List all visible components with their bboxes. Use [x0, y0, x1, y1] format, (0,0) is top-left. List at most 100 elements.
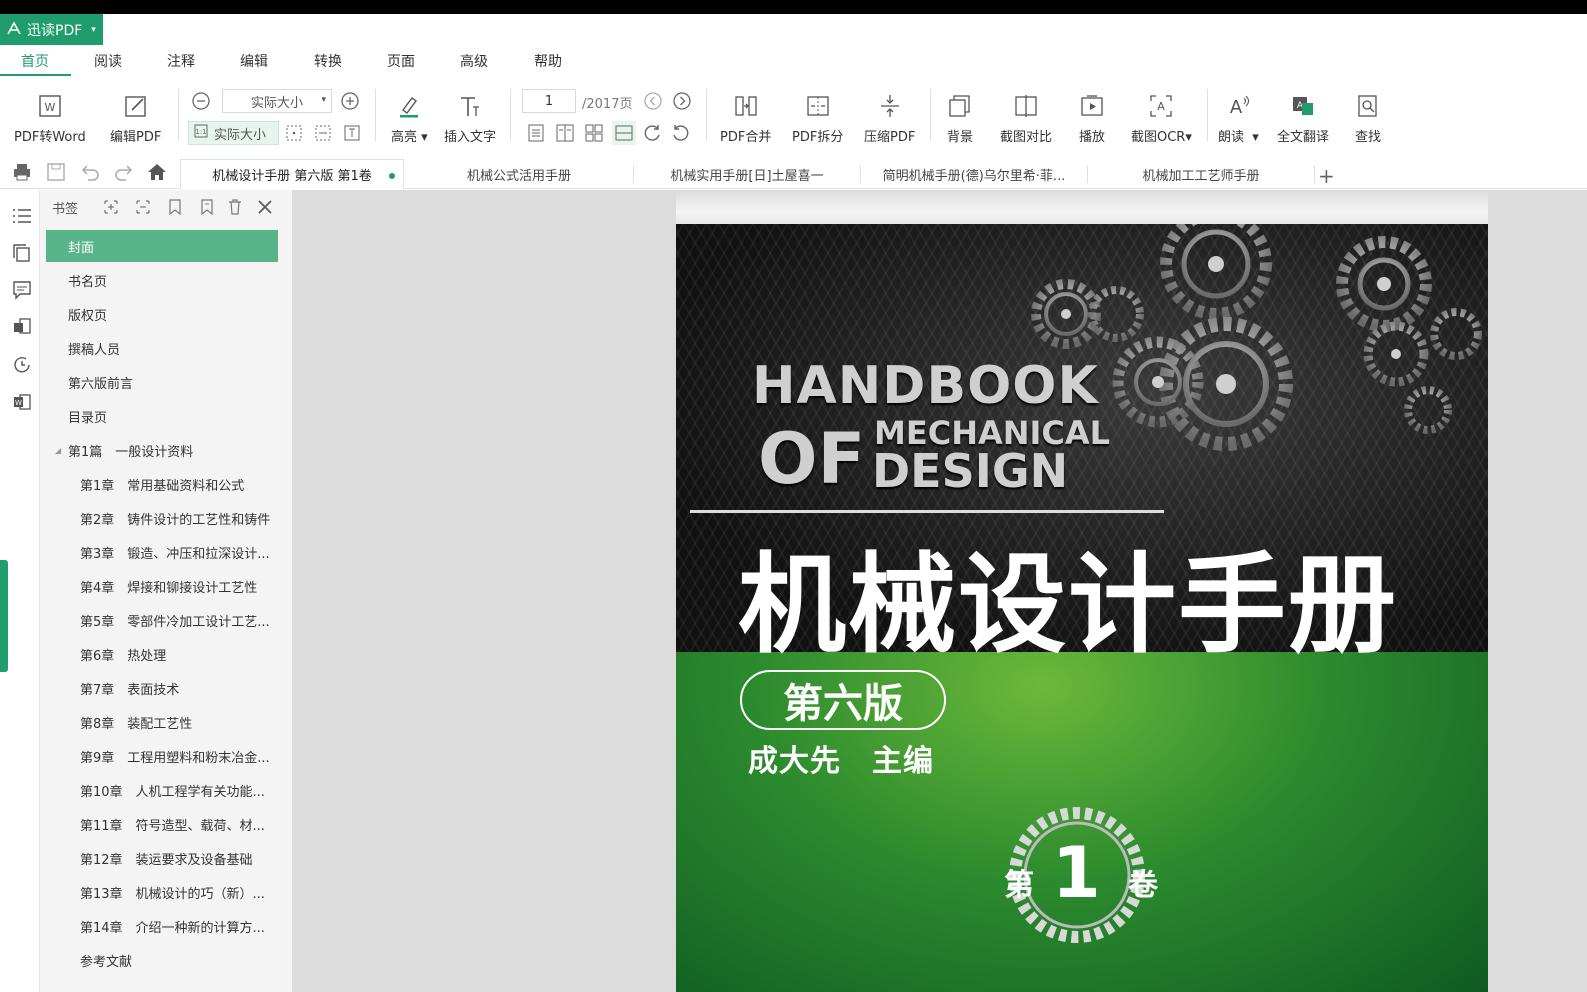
attachments-icon[interactable] [12, 317, 32, 341]
screenshot-ocr-label: 截图OCR▾ [1131, 130, 1192, 145]
play-button[interactable]: 播放 [1079, 91, 1105, 145]
expand-triangle-icon[interactable]: ◢ [55, 446, 61, 455]
background-button[interactable]: 背景 [947, 91, 973, 145]
expand-all-icon[interactable] [102, 198, 120, 220]
edit-pdf-button[interactable]: 编辑PDF [110, 91, 161, 145]
bookmark-item[interactable]: 第14章 介绍一种新的计算方... [46, 910, 278, 942]
bookmark-label: 撰稿人员 [68, 342, 121, 358]
close-icon[interactable] [256, 198, 274, 220]
document-viewer[interactable]: HANDBOOK OF MECHANICAL DESIGN 机械设计手册 第六版… [292, 190, 1587, 992]
fit-width-icon[interactable] [314, 124, 332, 142]
thumbnails-icon[interactable] [12, 243, 32, 267]
pdf-split-label: PDF拆分 [792, 130, 844, 145]
bookmark-list-icon[interactable] [12, 206, 32, 230]
child-bookmark-icon[interactable] [198, 198, 216, 220]
comments-icon[interactable] [12, 280, 32, 304]
continuous-view-icon[interactable] [612, 121, 636, 145]
bookmark-label: 第9章 工程用塑料和粉末冶金... [80, 750, 270, 766]
bookmark-item[interactable]: 书名页 [46, 264, 278, 296]
pdf-logo-icon [6, 20, 22, 39]
bookmark-item[interactable]: 第6章 热处理 [46, 638, 278, 670]
tab-machining-handbook[interactable]: 机械加工工艺师手册 [1088, 159, 1314, 189]
compress-pdf-button[interactable]: 压缩PDF [864, 91, 915, 145]
bookmark-item[interactable]: 第7章 表面技术 [46, 672, 278, 704]
history-icon[interactable] [12, 355, 32, 379]
undo-icon[interactable] [80, 162, 100, 186]
pdf-to-word-button[interactable]: W PDF转Word [14, 91, 86, 145]
bookmark-item[interactable]: 第12章 装运要求及设备基础 [46, 842, 278, 874]
bookmark-item[interactable]: 第8章 装配工艺性 [46, 706, 278, 738]
tab-mechanical-design-handbook[interactable]: 机械设计手册 第六版 第1卷 [180, 159, 404, 189]
two-page-icon[interactable] [555, 123, 575, 143]
collapse-all-icon[interactable] [134, 198, 152, 220]
add-bookmark-icon[interactable] [166, 198, 184, 220]
word-convert-icon[interactable]: W [12, 392, 32, 416]
tab-concise-handbook[interactable]: 简明机械手册(德)乌尔里希·菲... [861, 159, 1087, 189]
prev-page-icon[interactable] [643, 91, 663, 111]
save-icon[interactable] [46, 162, 66, 186]
bookmark-item[interactable]: 第9章 工程用塑料和粉末冶金... [46, 740, 278, 772]
home-icon[interactable] [147, 162, 167, 186]
rotate-left-icon[interactable] [671, 123, 691, 143]
divider [1314, 165, 1315, 183]
read-aloud-button[interactable]: A 朗读 ▾ [1218, 91, 1259, 145]
insert-text-button[interactable]: 插入文字 [444, 91, 496, 145]
bookmark-item[interactable]: 第10章 人机工程学有关功能... [46, 774, 278, 806]
bookmark-item[interactable]: ◢ 第1篇 一般设计资料 [46, 434, 278, 466]
volume-suffix: 卷 [1128, 868, 1158, 903]
full-translate-button[interactable]: A 全文翻译 [1277, 91, 1329, 145]
redo-icon[interactable] [114, 162, 134, 186]
find-button[interactable]: 查找 [1355, 91, 1381, 145]
bookmark-item[interactable]: 版权页 [46, 298, 278, 330]
bookmark-item[interactable]: 第1章 常用基础资料和公式 [46, 468, 278, 500]
menu-help[interactable]: 帮助 [534, 51, 562, 77]
screenshot-compare-button[interactable]: 截图对比 [1000, 91, 1052, 145]
edit-pdf-label: 编辑PDF [110, 130, 162, 145]
bookmark-item[interactable]: 撰稿人员 [46, 332, 278, 364]
fit-page-icon[interactable] [285, 124, 303, 142]
highlight-button[interactable]: 高亮 ▾ [391, 91, 428, 145]
delete-bookmark-icon[interactable] [226, 198, 244, 220]
bookmark-item[interactable]: 第3章 锻造、冲压和拉深设计... [46, 536, 278, 568]
bookmark-item[interactable]: 第六版前言 [46, 366, 278, 398]
bookmark-item[interactable]: 第4章 焊接和铆接设计工艺性 [46, 570, 278, 602]
add-tab-icon[interactable]: + [1318, 164, 1335, 188]
text-select-icon[interactable] [343, 124, 361, 142]
bookmark-item[interactable]: 第11章 符号造型、载荷、材... [46, 808, 278, 840]
bookmark-label: 书名页 [68, 274, 108, 290]
svg-text:W: W [15, 399, 22, 407]
svg-text:1:1: 1:1 [195, 128, 206, 136]
tab-practical-handbook[interactable]: 机械实用手册[日]土屋喜一 [634, 159, 860, 189]
screenshot-ocr-button[interactable]: A 截图OCR▾ [1131, 91, 1192, 145]
divider [1207, 89, 1208, 141]
active-menu-indicator [0, 74, 71, 76]
bookmark-item[interactable]: 参考文献 [46, 944, 278, 976]
menu-advanced[interactable]: 高级 [460, 51, 488, 77]
bookmark-item[interactable]: 第2章 铸件设计的工艺性和铸件 [46, 502, 278, 534]
app-menu-button[interactable]: 迅读PDF ▾ [0, 14, 103, 45]
zoom-select[interactable]: 实际大小 ▾ [222, 89, 332, 113]
pdf-merge-button[interactable]: PDF合并 [720, 91, 771, 145]
menu-page[interactable]: 页面 [387, 51, 415, 77]
rotate-right-icon[interactable] [642, 123, 662, 143]
page-number-input[interactable]: 1 [522, 89, 576, 113]
grid-view-icon[interactable] [584, 123, 604, 143]
zoom-out-icon[interactable] [191, 91, 211, 111]
print-icon[interactable] [12, 162, 32, 186]
bookmark-item[interactable]: 第5章 零部件冷加工设计工艺... [46, 604, 278, 636]
bookmark-item[interactable]: 目录页 [46, 400, 278, 432]
zoom-in-icon[interactable] [340, 91, 360, 111]
background-label: 背景 [947, 130, 974, 145]
next-page-icon[interactable] [672, 91, 692, 111]
menu-convert[interactable]: 转换 [314, 51, 342, 77]
menu-edit[interactable]: 编辑 [240, 51, 268, 77]
collapse-panel-handle[interactable] [0, 560, 8, 672]
single-page-icon[interactable] [526, 123, 546, 143]
bookmark-item[interactable]: 封面 [46, 230, 278, 262]
tab-formula-handbook[interactable]: 机械公式活用手册 [406, 159, 632, 189]
menu-annotate[interactable]: 注释 [167, 51, 195, 77]
actual-size-button[interactable]: 1:1 实际大小 [188, 121, 279, 145]
bookmark-item[interactable]: 第13章 机械设计的巧（新）... [46, 876, 278, 908]
pdf-split-button[interactable]: PDF拆分 [792, 91, 843, 145]
menu-read[interactable]: 阅读 [94, 51, 122, 77]
